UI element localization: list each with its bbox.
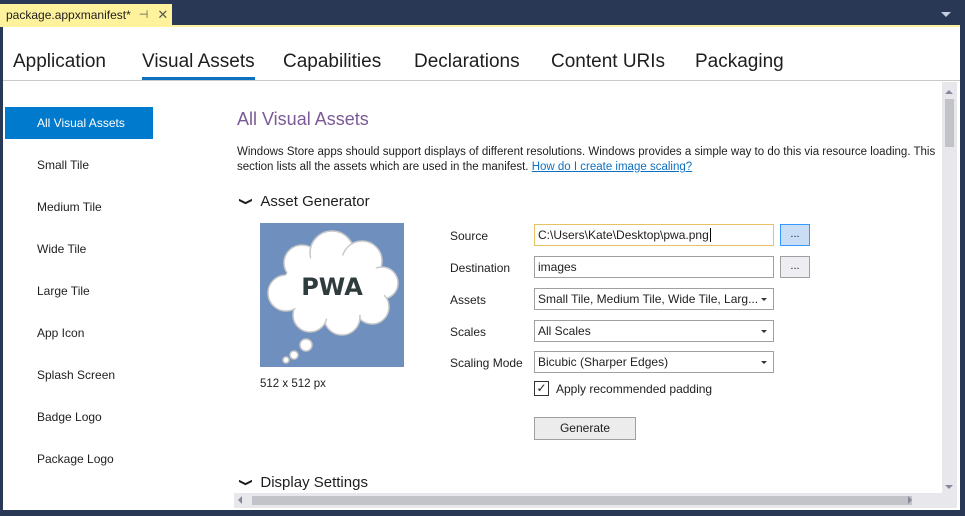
page-description: Windows Store apps should support displa…: [237, 145, 942, 175]
tab-declarations[interactable]: Declarations: [414, 51, 520, 73]
apply-padding-label[interactable]: Apply recommended padding: [556, 382, 712, 396]
image-scaling-help-link[interactable]: How do I create image scaling?: [532, 161, 692, 173]
sidebar-item-large-tile[interactable]: Large Tile: [5, 275, 153, 307]
sidebar-item-package-logo[interactable]: Package Logo: [5, 443, 153, 475]
destination-label: Destination: [450, 261, 511, 275]
source-image-preview: PWA: [260, 223, 404, 367]
pin-icon[interactable]: ⊣: [139, 8, 149, 21]
pwa-cloud-image: PWA: [267, 230, 399, 364]
window-frame: package.appxmanifest* ⊣ ✕ Application Vi…: [0, 0, 965, 516]
sidebar-item-all-visual-assets[interactable]: All Visual Assets: [5, 107, 153, 139]
close-icon[interactable]: ✕: [157, 7, 168, 23]
document-tab-title: package.appxmanifest*: [6, 7, 131, 22]
sidebar-item-small-tile[interactable]: Small Tile: [5, 149, 153, 181]
destination-input-value: images: [538, 260, 577, 274]
source-input-value: C:\Users\Kate\Desktop\pwa.png: [538, 228, 709, 242]
manifest-nav-tabs: Application Visual Assets Capabilities D…: [3, 27, 960, 81]
chevron-down-icon: ❯: [238, 478, 253, 487]
apply-padding-checkbox[interactable]: ✓: [534, 381, 549, 396]
scaling-mode-label: Scaling Mode: [450, 356, 523, 370]
asset-generator-section-header[interactable]: ❯ Asset Generator: [238, 193, 370, 210]
tab-capabilities[interactable]: Capabilities: [283, 51, 381, 73]
destination-input[interactable]: images: [534, 256, 774, 278]
chevron-down-icon: [761, 330, 767, 333]
scales-label: Scales: [450, 325, 487, 339]
scroll-left-icon[interactable]: [238, 496, 242, 504]
text-caret: [709, 228, 711, 242]
asset-generator-header-label: Asset Generator: [260, 193, 370, 210]
padding-checkbox-row: ✓ Apply recommended padding: [534, 381, 712, 396]
chevron-down-icon: [761, 361, 767, 364]
generate-button[interactable]: Generate: [534, 417, 636, 440]
scaling-mode-dropdown[interactable]: Bicubic (Sharper Edges): [534, 351, 774, 373]
assets-dropdown-value: Small Tile, Medium Tile, Wide Tile, Larg…: [538, 292, 759, 306]
scaling-mode-dropdown-value: Bicubic (Sharper Edges): [538, 355, 669, 369]
page-title: All Visual Assets: [237, 109, 369, 129]
scroll-right-icon[interactable]: [908, 496, 912, 504]
tab-packaging[interactable]: Packaging: [695, 51, 784, 73]
scrollbar-corner: [942, 493, 957, 508]
scales-dropdown[interactable]: All Scales: [534, 320, 774, 342]
chevron-down-icon: [761, 298, 767, 301]
horizontal-scrollbar[interactable]: [234, 493, 942, 508]
scroll-up-icon[interactable]: [945, 90, 953, 94]
scroll-down-icon[interactable]: [945, 485, 953, 489]
sidebar-item-badge-logo[interactable]: Badge Logo: [5, 401, 153, 433]
source-browse-button[interactable]: ...: [780, 224, 810, 246]
assets-dropdown[interactable]: Small Tile, Medium Tile, Wide Tile, Larg…: [534, 288, 774, 310]
sidebar-item-wide-tile[interactable]: Wide Tile: [5, 233, 153, 265]
preview-pwa-text: PWA: [301, 273, 363, 301]
display-settings-header-label: Display Settings: [260, 474, 368, 491]
chevron-down-icon: ❯: [238, 197, 253, 206]
display-settings-section-header[interactable]: ❯ Display Settings: [238, 474, 368, 491]
tab-application[interactable]: Application: [13, 51, 106, 73]
sidebar-item-medium-tile[interactable]: Medium Tile: [5, 191, 153, 223]
source-label: Source: [450, 229, 489, 243]
manifest-editor: Application Visual Assets Capabilities D…: [3, 27, 960, 510]
preview-dimensions: 512 x 512 px: [260, 378, 326, 390]
tab-list-dropdown-icon[interactable]: [941, 12, 951, 17]
source-input[interactable]: C:\Users\Kate\Desktop\pwa.png: [534, 224, 774, 246]
horizontal-scroll-thumb[interactable]: [252, 496, 912, 505]
tab-visual-assets[interactable]: Visual Assets: [142, 51, 255, 80]
destination-browse-button[interactable]: ...: [780, 256, 810, 278]
assets-label: Assets: [450, 293, 487, 307]
sidebar-item-app-icon[interactable]: App Icon: [5, 317, 153, 349]
vertical-scroll-thumb[interactable]: [945, 99, 954, 147]
vertical-scrollbar[interactable]: [942, 82, 957, 493]
scales-dropdown-value: All Scales: [538, 324, 591, 338]
document-tab[interactable]: package.appxmanifest* ⊣ ✕: [0, 4, 172, 25]
sidebar-item-splash-screen[interactable]: Splash Screen: [5, 359, 153, 391]
tab-content-uris[interactable]: Content URIs: [551, 51, 665, 73]
